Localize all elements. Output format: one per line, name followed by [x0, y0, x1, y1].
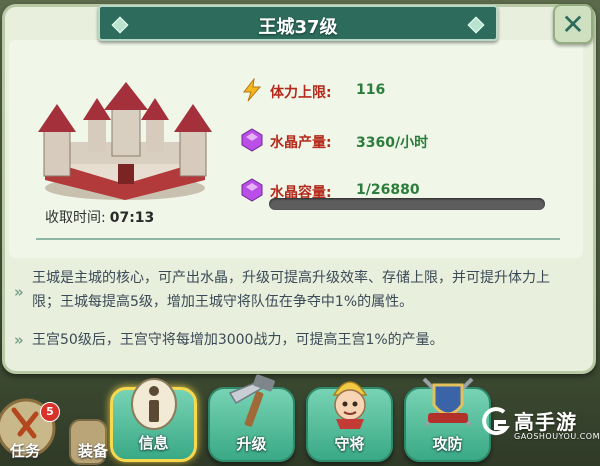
capacity-progress-bar [269, 198, 545, 210]
collect-time: 收取时间: 07:13 [45, 207, 154, 227]
divider [36, 238, 560, 240]
hammer-saw-icon [228, 374, 275, 427]
close-icon: ✕ [561, 8, 585, 41]
button-label: 升级 [236, 435, 267, 453]
collect-time-value: 07:13 [109, 210, 155, 226]
watermark-name: 高手游 [514, 410, 577, 434]
description-paragraph-1: » 王城是主城的核心，可产出水晶，升级可提高升级效率、存储上限，并可提升体力上限… [14, 266, 579, 314]
lightning-icon [242, 78, 262, 102]
chevron-double-right-icon: » [14, 283, 24, 301]
general-button[interactable]: 守将 [306, 381, 393, 462]
upgrade-button[interactable]: 升级 [208, 374, 295, 462]
stat-value: 3360/小时 [356, 135, 429, 151]
stat-label: 水晶产量: [270, 135, 332, 151]
watermark-logo-icon [482, 407, 510, 436]
watermark-url: GAOSHOUYOU.COM [514, 432, 600, 441]
chevron-double-right-icon: » [14, 331, 24, 349]
title-bar: 王城37级 [98, 5, 498, 41]
info-button[interactable]: 信息 [110, 378, 197, 462]
site-watermark: 高手游 GAOSHOUYOU.COM [478, 402, 600, 450]
shield-swords-icon [422, 377, 473, 427]
description-text: 王城是主城的核心，可产出水晶，升级可提高升级效率、存储上限，并可提升体力上限；王… [32, 270, 550, 310]
general-icon [332, 381, 367, 429]
close-button[interactable]: ✕ [553, 4, 593, 44]
stat-value: 1/26880 [356, 182, 420, 198]
description-paragraph-2: » 王宫50级后，王宫守将每增加3000战力，可提高王宫1%的产量。 [14, 328, 579, 352]
castle-icon [38, 82, 212, 200]
crystal-icon [241, 178, 263, 202]
page-title: 王城37级 [258, 17, 338, 38]
collect-time-label: 收取时间: [45, 210, 106, 226]
info-icon [130, 378, 177, 430]
stat-value: 116 [356, 82, 386, 98]
button-label: 攻防 [432, 435, 463, 453]
button-label: 信息 [138, 434, 169, 452]
stat-label: 体力上限: [270, 85, 332, 101]
crystal-icon [241, 128, 263, 152]
button-label: 守将 [334, 435, 365, 453]
description-text: 王宫50级后，王宫守将每增加3000战力，可提高王宫1%的产量。 [32, 332, 444, 348]
